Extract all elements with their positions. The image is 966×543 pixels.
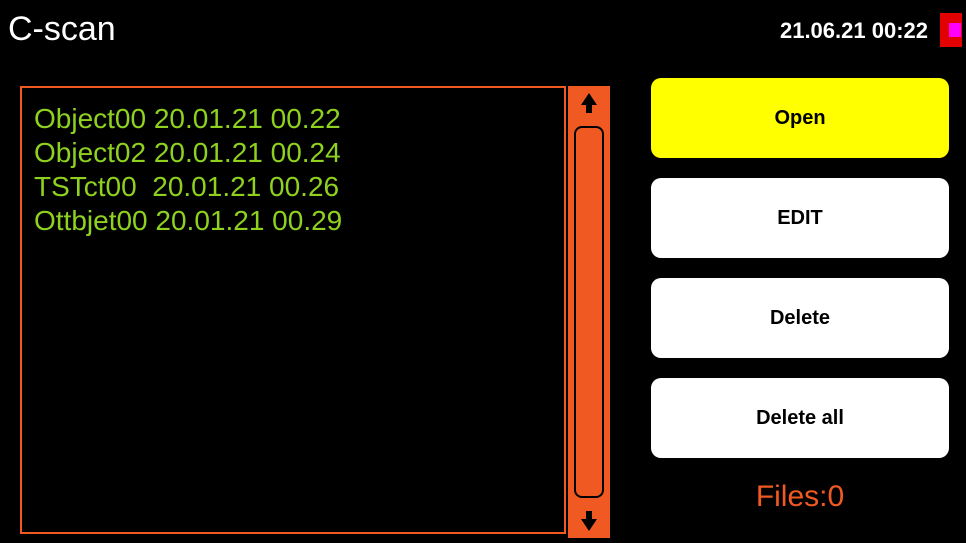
list-item[interactable]: Object00 20.01.21 00.22: [34, 102, 564, 136]
delete-all-button[interactable]: Delete all: [651, 378, 949, 458]
scroll-up-button[interactable]: [568, 86, 610, 120]
files-count: Files:0: [755, 480, 845, 513]
file-list[interactable]: Object00 20.01.21 00.22 Object02 20.01.2…: [20, 86, 566, 534]
battery-level: [949, 23, 961, 37]
top-bar: C-scan 21.06.21 00:22: [0, 0, 966, 66]
arrow-down-icon: [581, 511, 597, 531]
scroll-thumb[interactable]: [574, 126, 604, 498]
open-button[interactable]: Open: [651, 78, 949, 158]
scroll-down-button[interactable]: [568, 504, 610, 538]
battery-icon: [940, 13, 962, 47]
delete-button[interactable]: Delete: [651, 278, 949, 358]
edit-button[interactable]: EDIT: [651, 178, 949, 258]
screen-title: C-scan: [8, 10, 116, 48]
list-item[interactable]: Object02 20.01.21 00.24: [34, 136, 564, 170]
list-item[interactable]: Ottbjet00 20.01.21 00.29: [34, 204, 564, 238]
list-item[interactable]: TSTct00 20.01.21 00.26: [34, 170, 564, 204]
arrow-up-icon: [581, 93, 597, 113]
file-items: Object00 20.01.21 00.22 Object02 20.01.2…: [22, 88, 564, 238]
date-time: 21.06.21 00:22: [779, 18, 928, 43]
scrollbar[interactable]: [568, 86, 610, 538]
